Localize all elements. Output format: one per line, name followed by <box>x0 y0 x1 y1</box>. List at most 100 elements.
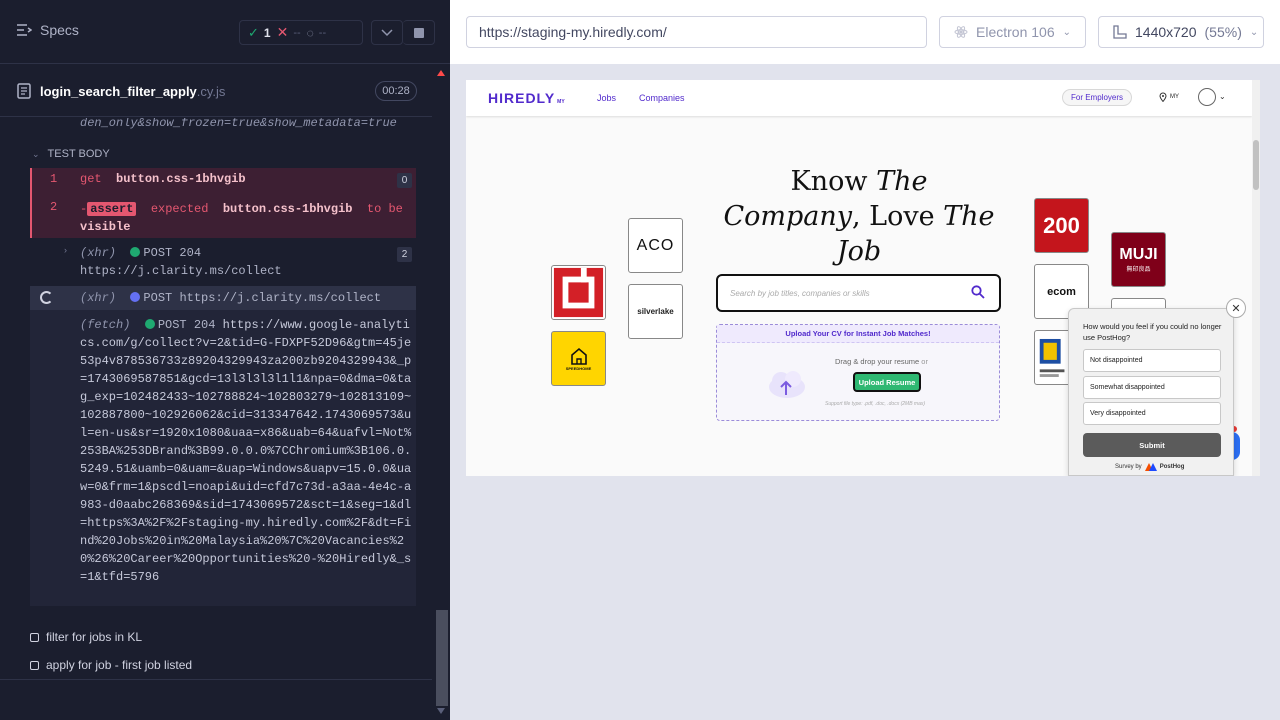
fetch-log-text: (fetch) POST 204 https://www.google-anal… <box>80 316 416 586</box>
hero-text-6: Job <box>836 236 882 267</box>
company-logo-aco[interactable]: ACO <box>628 218 683 273</box>
reporter-panel: Specs ✓ 1 ✕ -- ◌ -- login_search_filter_… <box>0 0 450 720</box>
chevron-right-icon: › <box>64 245 67 255</box>
scroll-down-icon[interactable] <box>437 708 445 714</box>
specs-list-icon <box>17 24 32 36</box>
scroll-up-icon[interactable] <box>437 70 445 76</box>
company-logo-muji[interactable]: MUJI 無印良品 <box>1111 232 1166 287</box>
muji-text: MUJI <box>1119 246 1158 263</box>
company-logo-red-square[interactable] <box>551 265 606 320</box>
test-item-apply[interactable]: apply for job - first job listed <box>30 658 192 672</box>
spec-file-basename: login_search_filter_apply <box>40 84 197 99</box>
test-title: filter for jobs in KL <box>46 630 143 644</box>
aut-url-bar[interactable]: https://staging-my.hiredly.com/ <box>466 16 927 48</box>
divider <box>0 679 432 680</box>
region-selector[interactable]: MY <box>1159 92 1179 102</box>
posthog-survey-popup: ✕ How would you feel if you could no lon… <box>1068 298 1246 476</box>
resume-upload-dropzone[interactable]: Upload Your CV for Instant Job Matches! … <box>716 324 1000 421</box>
specs-toggle-button[interactable]: Specs <box>16 22 79 38</box>
test-body-header[interactable]: ⌄ TEST BODY <box>32 148 110 160</box>
survey-option-not-disappointed[interactable]: Not disappointed <box>1083 349 1221 372</box>
fetch-status: POST 204 <box>157 318 216 332</box>
hero-title: Know The Company, Love The Job <box>714 164 1004 269</box>
browser-name: Electron 106 <box>976 24 1055 40</box>
test-item-filter[interactable]: filter for jobs in KL <box>30 630 142 644</box>
electron-icon <box>954 26 968 38</box>
x-icon: ✕ <box>276 24 289 40</box>
check-icon: ✓ <box>248 24 259 40</box>
options-dropdown-button[interactable] <box>371 20 403 45</box>
fetch-type: (fetch) <box>80 318 131 332</box>
cypress-runner: Specs ✓ 1 ✕ -- ◌ -- login_search_filter_… <box>0 0 1280 720</box>
avatar[interactable] <box>1198 88 1216 106</box>
company-logo-200[interactable]: 200 <box>1034 198 1089 253</box>
xhr-status: POST 204 <box>143 246 202 260</box>
passed-count: 1 <box>263 25 271 40</box>
nav-jobs-link[interactable]: Jobs <box>597 93 616 103</box>
section-title: TEST BODY <box>47 148 110 160</box>
for-employers-button[interactable]: For Employers <box>1062 89 1133 106</box>
pending-xhr-row[interactable]: (xhr) POST https://j.clarity.ms/collect <box>30 286 416 310</box>
company-logo-silverlake[interactable]: silverlake <box>628 284 683 339</box>
app-under-test-frame: HIREDLY MY Jobs Companies For Employers M… <box>466 80 1260 476</box>
upload-resume-button[interactable]: Upload Resume <box>853 372 921 392</box>
checkbox-icon <box>30 660 39 670</box>
cloud-upload-icon <box>769 371 805 398</box>
survey-question: How would you feel if you could no longe… <box>1083 322 1222 342</box>
stop-icon <box>413 27 424 38</box>
viewport-selector[interactable]: 1440x720 (55%) ⌄ <box>1098 16 1264 48</box>
survey-option-very-disappointed[interactable]: Very disappointed <box>1083 402 1221 425</box>
assert-msg-mid: to be <box>366 202 403 216</box>
xhr-log-row[interactable]: › (xhr) POST 204 https://j.clarity.ms/col… <box>30 242 416 280</box>
fetch-log-row[interactable]: (fetch) POST 204 https://www.google-anal… <box>30 310 416 606</box>
scrollbar-thumb[interactable] <box>436 80 448 610</box>
aut-panel: https://staging-my.hiredly.com/ Electron… <box>450 0 1280 720</box>
spec-file-ext: .cy.js <box>196 84 226 99</box>
logo-region: MY <box>557 99 565 105</box>
reporter-scrollbar[interactable] <box>434 64 450 720</box>
stat-passed: ✓ 1 <box>248 25 271 41</box>
close-icon[interactable]: ✕ <box>1226 298 1246 318</box>
run-duration: 00:28 <box>375 81 417 101</box>
survey-submit-button[interactable]: Submit <box>1083 433 1221 457</box>
spec-file-header: login_search_filter_apply.cy.js 00:28 <box>0 65 432 117</box>
company-logo-speedhome[interactable]: SPEEDHOME <box>551 331 606 386</box>
chevron-down-icon[interactable]: ⌄ <box>1219 92 1226 101</box>
frame-scrollbar[interactable] <box>1252 80 1260 476</box>
fetch-url: https://www.google-analytics.com/g/colle… <box>80 318 412 584</box>
command-text: get button.css-1bhvgib <box>80 172 246 186</box>
ruler-icon <box>1113 25 1127 39</box>
chevron-down-icon <box>381 28 393 36</box>
pending-xhr-text: (xhr) POST https://j.clarity.ms/collect <box>80 289 381 307</box>
command-selector: button.css-1bhvgib <box>116 172 246 186</box>
logo-text: HIREDLY <box>488 90 556 106</box>
spec-file-name[interactable]: login_search_filter_apply.cy.js <box>40 84 225 99</box>
hiredly-logo[interactable]: HIREDLY MY <box>488 90 565 106</box>
upload-support-text: Support file type: .pdf, .doc, .docx (2M… <box>825 401 926 407</box>
chevron-down-icon: ⌄ <box>1062 26 1071 38</box>
drag-label: Drag & drop your resume <box>835 357 920 366</box>
xhr-log-text: (xhr) POST 204 https://j.clarity.ms/colle… <box>80 244 282 280</box>
job-search-input[interactable]: Search by job titles, companies or skill… <box>716 274 1001 312</box>
command-row-assert[interactable]: 2 - assert expected button.css-1bhvgib to… <box>30 190 416 238</box>
command-row[interactable]: 1 get button.css-1bhvgib 0 <box>30 168 416 190</box>
hero-text-2: The <box>876 166 928 197</box>
posthog-brand: PostHog <box>1159 464 1185 470</box>
stop-button[interactable] <box>403 20 435 45</box>
chevron-down-icon: ⌄ <box>32 148 40 159</box>
frame-scrollbar-thumb[interactable] <box>1253 140 1259 190</box>
status-dot-green <box>144 319 155 329</box>
stat-failed: ✕ -- <box>277 24 301 41</box>
specs-label: Specs <box>40 22 79 38</box>
xhr-url: https://j.clarity.ms/collect <box>80 264 282 278</box>
site-navbar: HIREDLY MY Jobs Companies For Employers M… <box>466 80 1252 116</box>
survey-option-somewhat-disappointed[interactable]: Somewhat disappointed <box>1083 376 1221 399</box>
hero-text-4: , Love <box>851 201 944 232</box>
survey-footer: Survey by PostHog <box>1115 463 1184 471</box>
assert-message: - assert expected button.css-1bhvgib to b… <box>80 200 410 236</box>
browser-selector[interactable]: Electron 106 ⌄ <box>939 16 1086 48</box>
nav-companies-link[interactable]: Companies <box>639 93 685 103</box>
survey-footer-text: Survey by <box>1115 464 1142 470</box>
assert-selector: button.css-1bhvgib <box>222 202 353 216</box>
search-icon[interactable] <box>971 285 985 299</box>
